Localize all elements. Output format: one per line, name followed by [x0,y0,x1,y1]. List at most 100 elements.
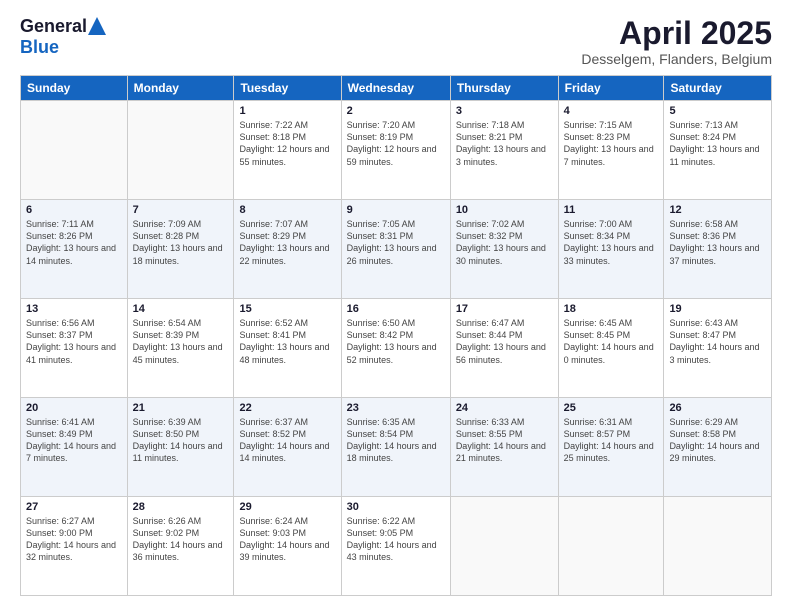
day-number: 14 [133,303,229,315]
calendar-cell: 14 Sunrise: 6:54 AM Sunset: 8:39 PM Dayli… [127,299,234,398]
calendar-cell: 4Sunrise: 7:15 AM Sunset: 8:23 PM Daylig… [558,101,664,200]
day-info: Sunrise: 6:41 AM Sunset: 8:49 PM Dayligh… [26,416,122,465]
logo-blue-text: Blue [20,37,59,57]
calendar-cell: 20 Sunrise: 6:41 AM Sunset: 8:49 PM Dayli… [21,398,128,497]
header: General Blue April 2025 Desselgem, Fland… [20,16,772,67]
day-info: Sunrise: 7:02 AM Sunset: 8:32 PM Dayligh… [456,218,553,267]
day-number: 6 [26,204,122,216]
calendar-cell: 12 Sunrise: 6:58 AM Sunset: 8:36 PM Dayli… [664,200,772,299]
day-number: 24 [456,402,553,414]
day-info: Sunrise: 6:52 AM Sunset: 8:41 PM Dayligh… [239,317,335,366]
day-info: Sunrise: 7:20 AM Sunset: 8:19 PM Dayligh… [347,119,445,168]
calendar-row-1: 1 Sunrise: 7:22 AM Sunset: 8:18 PM Daylig… [21,101,772,200]
calendar-cell: 13Sunrise: 6:56 AM Sunset: 8:37 PM Dayli… [21,299,128,398]
calendar-cell: 8 Sunrise: 7:07 AM Sunset: 8:29 PM Daylig… [234,200,341,299]
calendar-cell: 30Sunrise: 6:22 AM Sunset: 9:05 PM Dayli… [341,497,450,596]
day-number: 22 [239,402,335,414]
calendar-cell [21,101,128,200]
header-tuesday: Tuesday [234,76,341,101]
day-info: Sunrise: 6:58 AM Sunset: 8:36 PM Dayligh… [669,218,766,267]
location-subtitle: Desselgem, Flanders, Belgium [581,51,772,67]
calendar-cell: 11 Sunrise: 7:00 AM Sunset: 8:34 PM Dayli… [558,200,664,299]
calendar-cell: 19Sunrise: 6:43 AM Sunset: 8:47 PM Dayli… [664,299,772,398]
day-number: 2 [347,105,445,117]
day-number: 11 [564,204,659,216]
day-number: 29 [239,501,335,513]
day-number: 19 [669,303,766,315]
day-number: 17 [456,303,553,315]
calendar-cell: 23 Sunrise: 6:35 AM Sunset: 8:54 PM Dayli… [341,398,450,497]
calendar-cell [127,101,234,200]
calendar-table: Sunday Monday Tuesday Wednesday Thursday… [20,75,772,596]
header-saturday: Saturday [664,76,772,101]
day-info: Sunrise: 7:13 AM Sunset: 8:24 PM Dayligh… [669,119,766,168]
day-info: Sunrise: 7:22 AM Sunset: 8:18 PM Dayligh… [239,119,335,168]
calendar-cell [558,497,664,596]
calendar-cell: 27 Sunrise: 6:27 AM Sunset: 9:00 PM Dayli… [21,497,128,596]
day-info: Sunrise: 6:39 AM Sunset: 8:50 PM Dayligh… [133,416,229,465]
calendar-cell: 6 Sunrise: 7:11 AM Sunset: 8:26 PM Daylig… [21,200,128,299]
calendar-cell: 17Sunrise: 6:47 AM Sunset: 8:44 PM Dayli… [450,299,558,398]
header-wednesday: Wednesday [341,76,450,101]
day-number: 3 [456,105,553,117]
day-info: Sunrise: 7:11 AM Sunset: 8:26 PM Dayligh… [26,218,122,267]
day-number: 10 [456,204,553,216]
day-info: Sunrise: 6:50 AM Sunset: 8:42 PM Dayligh… [347,317,445,366]
day-number: 26 [669,402,766,414]
calendar-cell: 1 Sunrise: 7:22 AM Sunset: 8:18 PM Daylig… [234,101,341,200]
day-info: Sunrise: 6:29 AM Sunset: 8:58 PM Dayligh… [669,416,766,465]
calendar-cell: 3Sunrise: 7:18 AM Sunset: 8:21 PM Daylig… [450,101,558,200]
calendar-cell: 7Sunrise: 7:09 AM Sunset: 8:28 PM Daylig… [127,200,234,299]
day-number: 23 [347,402,445,414]
calendar-cell: 29 Sunrise: 6:24 AM Sunset: 9:03 PM Dayli… [234,497,341,596]
day-info: Sunrise: 6:54 AM Sunset: 8:39 PM Dayligh… [133,317,229,366]
day-info: Sunrise: 7:09 AM Sunset: 8:28 PM Dayligh… [133,218,229,267]
calendar-cell: 5Sunrise: 7:13 AM Sunset: 8:24 PM Daylig… [664,101,772,200]
calendar-row-4: 20 Sunrise: 6:41 AM Sunset: 8:49 PM Dayli… [21,398,772,497]
day-number: 1 [239,105,335,117]
weekday-header-row: Sunday Monday Tuesday Wednesday Thursday… [21,76,772,101]
day-number: 4 [564,105,659,117]
logo-general-text: General [20,16,87,37]
day-info: Sunrise: 7:00 AM Sunset: 8:34 PM Dayligh… [564,218,659,267]
day-number: 20 [26,402,122,414]
day-number: 21 [133,402,229,414]
day-info: Sunrise: 6:35 AM Sunset: 8:54 PM Dayligh… [347,416,445,465]
calendar-row-2: 6 Sunrise: 7:11 AM Sunset: 8:26 PM Daylig… [21,200,772,299]
day-info: Sunrise: 6:22 AM Sunset: 9:05 PM Dayligh… [347,515,445,564]
day-number: 13 [26,303,122,315]
day-info: Sunrise: 6:24 AM Sunset: 9:03 PM Dayligh… [239,515,335,564]
day-number: 16 [347,303,445,315]
day-info: Sunrise: 7:07 AM Sunset: 8:29 PM Dayligh… [239,218,335,267]
day-number: 12 [669,204,766,216]
header-monday: Monday [127,76,234,101]
calendar-row-5: 27 Sunrise: 6:27 AM Sunset: 9:00 PM Dayli… [21,497,772,596]
day-number: 28 [133,501,229,513]
calendar-cell: 28 Sunrise: 6:26 AM Sunset: 9:02 PM Dayli… [127,497,234,596]
logo: General Blue [20,16,106,58]
calendar-cell: 25Sunrise: 6:31 AM Sunset: 8:57 PM Dayli… [558,398,664,497]
logo-icon [88,17,106,35]
day-number: 9 [347,204,445,216]
day-info: Sunrise: 6:37 AM Sunset: 8:52 PM Dayligh… [239,416,335,465]
calendar-cell: 21 Sunrise: 6:39 AM Sunset: 8:50 PM Dayli… [127,398,234,497]
day-info: Sunrise: 6:26 AM Sunset: 9:02 PM Dayligh… [133,515,229,564]
calendar-cell: 2 Sunrise: 7:20 AM Sunset: 8:19 PM Daylig… [341,101,450,200]
calendar-cell: 18 Sunrise: 6:45 AM Sunset: 8:45 PM Dayli… [558,299,664,398]
header-thursday: Thursday [450,76,558,101]
calendar-row-3: 13Sunrise: 6:56 AM Sunset: 8:37 PM Dayli… [21,299,772,398]
title-block: April 2025 Desselgem, Flanders, Belgium [581,16,772,67]
day-number: 18 [564,303,659,315]
calendar-cell: 24Sunrise: 6:33 AM Sunset: 8:55 PM Dayli… [450,398,558,497]
day-info: Sunrise: 6:31 AM Sunset: 8:57 PM Dayligh… [564,416,659,465]
calendar-cell: 22 Sunrise: 6:37 AM Sunset: 8:52 PM Dayli… [234,398,341,497]
day-info: Sunrise: 6:45 AM Sunset: 8:45 PM Dayligh… [564,317,659,366]
calendar-cell: 10 Sunrise: 7:02 AM Sunset: 8:32 PM Dayli… [450,200,558,299]
day-number: 8 [239,204,335,216]
calendar-cell: 15Sunrise: 6:52 AM Sunset: 8:41 PM Dayli… [234,299,341,398]
header-sunday: Sunday [21,76,128,101]
header-friday: Friday [558,76,664,101]
calendar-cell: 26 Sunrise: 6:29 AM Sunset: 8:58 PM Dayli… [664,398,772,497]
day-number: 27 [26,501,122,513]
day-info: Sunrise: 6:27 AM Sunset: 9:00 PM Dayligh… [26,515,122,564]
